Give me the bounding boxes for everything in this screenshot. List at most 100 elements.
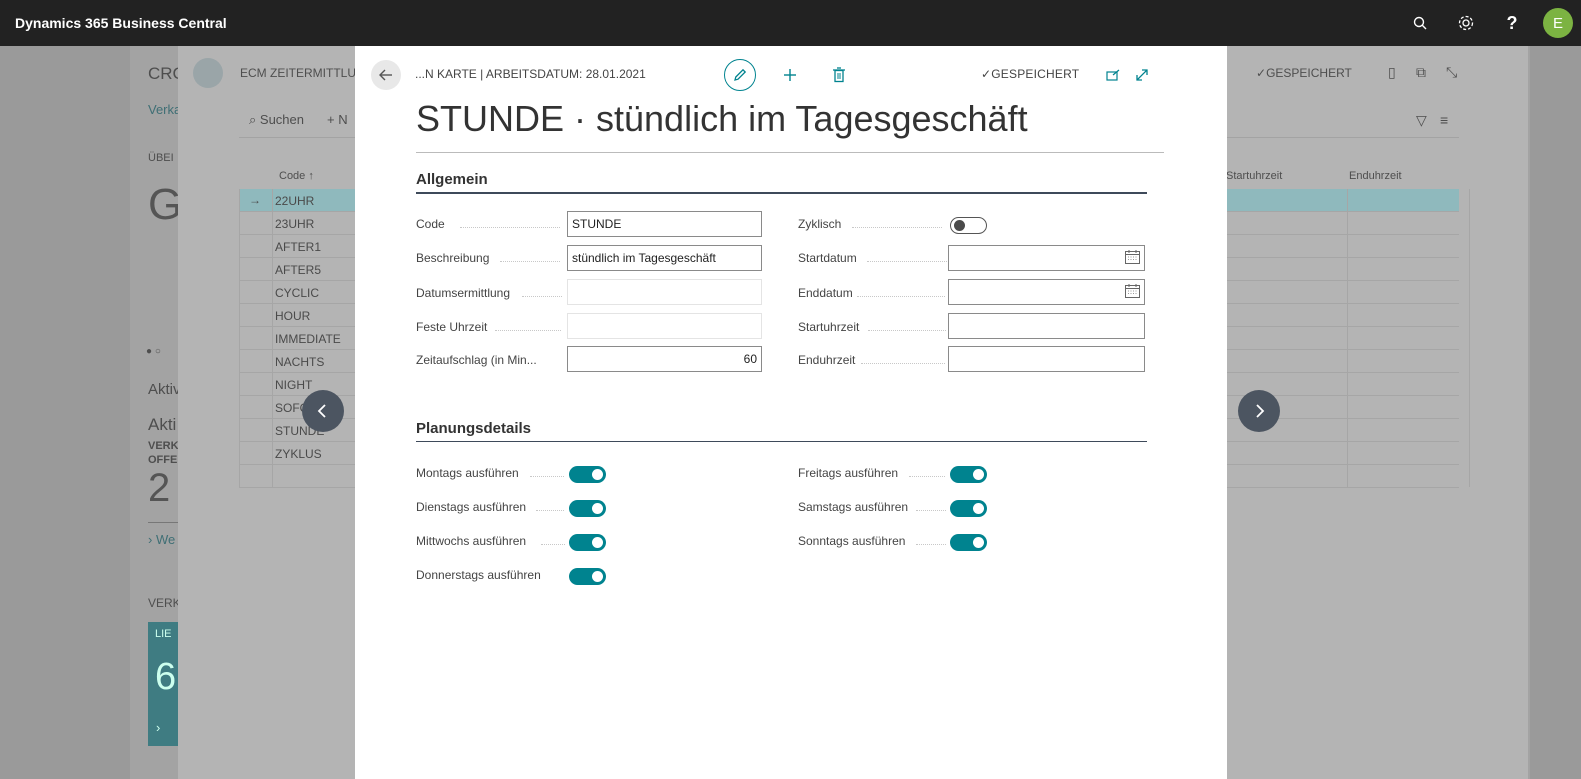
calendar-icon[interactable] [1125,250,1140,264]
cyclic-toggle[interactable] [950,217,987,234]
field-label-fixed-time: Feste Uhrzeit [416,320,488,334]
field-label-saturday: Samstags ausführen [798,500,909,514]
edit-button[interactable] [724,59,756,91]
tile-chevron-icon: › [156,720,161,735]
card-caption: ...N KARTE | ARBEITSDATUM: 28.01.2021 [415,67,646,81]
list-saved-label: ✓GESPEICHERT [1256,66,1352,80]
field-leader [530,476,564,477]
field-label-sunday: Sonntags ausführen [798,534,906,548]
activities-heading: Aktiv [148,381,181,398]
delete-button[interactable] [827,63,851,87]
chevron-left-icon [317,404,326,418]
pencil-icon [734,68,747,81]
field-leader [916,510,946,511]
section-title-planning[interactable]: Planungsdetails [416,420,531,437]
thursday-toggle[interactable] [569,568,606,585]
bookmark-icon[interactable]: ▯ [1388,64,1396,81]
field-label-start-time: Startuhrzeit [798,320,860,334]
list-search-button[interactable]: ⌕ Suchen [249,112,304,128]
field-label-time-surcharge: Zeitaufschlag (in Min... [416,353,537,367]
checkmark-icon: ✓ [981,67,992,81]
start-date-field[interactable] [948,245,1145,271]
chevron-right-icon [1256,404,1265,418]
field-leader [909,476,945,477]
field-leader [852,227,942,228]
field-leader [867,261,947,262]
app-title[interactable]: Dynamics 365 Business Central [15,15,227,31]
end-date-container [948,279,1145,305]
end-time-field[interactable] [948,346,1145,372]
saturday-toggle[interactable] [950,500,987,517]
trash-icon [833,67,845,83]
field-label-cyclic: Zyklisch [798,217,842,231]
code-field[interactable] [567,211,762,237]
column-header-end-time[interactable]: Enduhrzeit [1349,170,1402,182]
card-dialog: ...N KARTE | ARBEITSDATUM: 28.01.2021 ✓G… [355,46,1227,779]
pager-dots: ● ○ [146,346,161,357]
section-title-general[interactable]: Allgemein [416,171,488,188]
divider [148,522,178,523]
fixed-time-field[interactable] [567,313,762,339]
next-record-button[interactable] [1238,390,1280,432]
table-border [272,189,273,487]
field-label-description: Beschreibung [416,251,490,265]
activities-subheading: Akti [148,415,177,434]
open-new-window-icon[interactable]: ⧉ [1416,64,1426,81]
tuesday-toggle[interactable] [569,500,606,517]
wednesday-toggle[interactable] [569,534,606,551]
column-header-code[interactable]: Code ↑ [279,170,314,182]
field-leader [536,510,564,511]
field-label-end-time: Enduhrzeit [798,353,856,367]
arrow-left-icon [379,69,392,81]
field-leader [541,544,565,545]
row-arrow-icon: → [249,193,261,207]
section-divider [416,192,1147,194]
field-label-friday: Freitags ausführen [798,466,899,480]
table-border [1347,189,1348,487]
field-label-wednesday: Mittwochs ausführen [416,534,527,548]
tile-value: 6 [155,656,177,698]
avatar[interactable]: E [1543,8,1573,38]
date-calculation-field[interactable] [567,279,762,305]
time-surcharge-field[interactable] [567,346,762,372]
field-leader [857,296,945,297]
expand-button[interactable] [1130,63,1154,87]
gear-icon[interactable] [1443,0,1489,46]
tile-label: LIE [155,628,172,640]
field-leader [500,261,560,262]
field-label-code: Code [416,217,445,231]
back-button[interactable] [371,60,401,90]
monday-toggle[interactable] [569,466,606,483]
filter-icon[interactable]: ▽ [1416,112,1427,129]
field-label-tuesday: Dienstags ausführen [416,500,527,514]
page-title: STUNDE · stündlich im Tagesgeschäft [416,98,1028,139]
list-new-button[interactable]: + N [327,112,348,127]
collapse-icon[interactable]: ⤡ [1446,64,1457,81]
field-label-thursday: Donnerstags ausführen [416,568,541,582]
field-leader [916,544,946,545]
end-date-field[interactable] [948,279,1145,305]
sunday-toggle[interactable] [950,534,987,551]
list-back-icon[interactable] [193,58,223,88]
description-field[interactable] [567,245,762,271]
section-divider [416,441,1147,442]
sales-label: VERK [148,440,179,452]
more-link[interactable]: › We [148,532,175,547]
sales-heading: VERK [148,596,181,610]
cue-tile[interactable]: LIE 6 › [148,622,178,746]
open-new-window-button[interactable] [1101,63,1125,87]
open-new-window-icon [1106,69,1120,81]
title-divider [416,152,1164,153]
calendar-icon[interactable] [1125,284,1140,298]
start-time-field[interactable] [948,313,1145,339]
list-view-icon[interactable]: ≡ [1440,112,1448,128]
top-bar: Dynamics 365 Business Central ? E [0,0,1581,46]
help-icon[interactable]: ? [1489,0,1535,46]
previous-record-button[interactable] [302,390,344,432]
search-icon[interactable] [1397,0,1443,46]
friday-toggle[interactable] [950,466,987,483]
new-button[interactable] [778,63,802,87]
field-leader [522,296,562,297]
column-header-start-time[interactable]: Startuhrzeit [1226,170,1282,182]
count-value: 2 [148,466,171,510]
